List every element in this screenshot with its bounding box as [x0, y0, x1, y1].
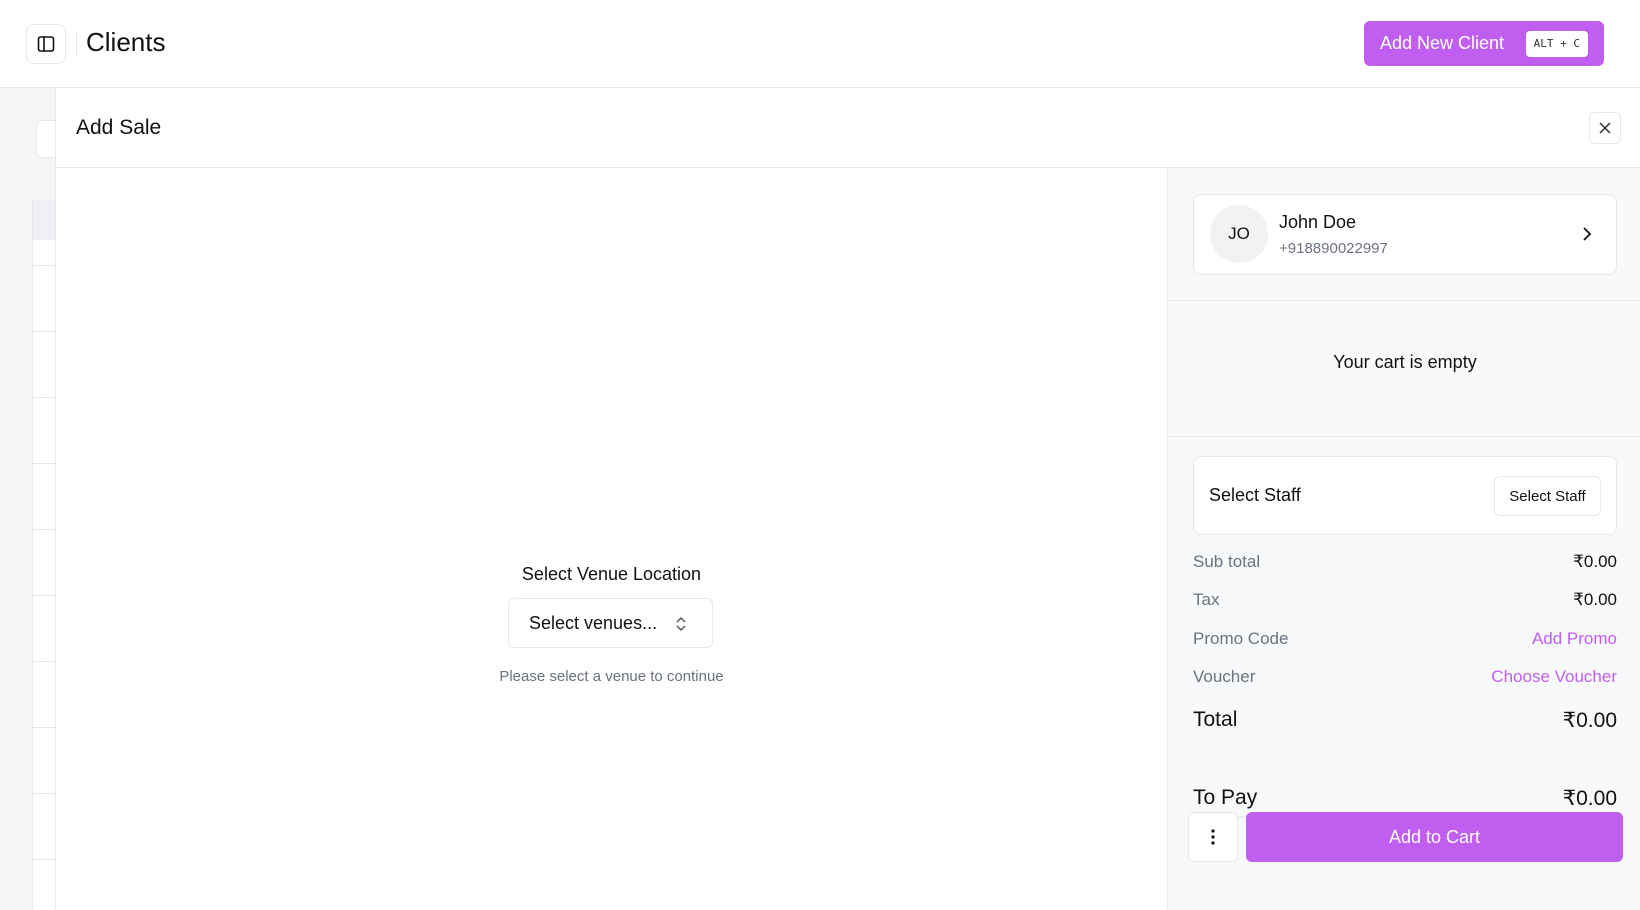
tax-label: Tax: [1193, 590, 1220, 609]
total-value: ₹0.00: [1562, 708, 1617, 732]
sidebar-toggle-button[interactable]: [26, 24, 66, 64]
client-phone: +918890022997: [1279, 240, 1388, 257]
tax-value: ₹0.00: [1573, 590, 1617, 609]
cart-divider: [1168, 436, 1640, 437]
venue-pane: Select Venue Location Select venues... P…: [56, 168, 1167, 910]
table-row: [33, 266, 56, 332]
close-icon: [1599, 122, 1611, 134]
close-button[interactable]: [1589, 112, 1621, 144]
chevron-up-down-icon: [676, 616, 686, 632]
to-pay-label: To Pay: [1193, 786, 1258, 809]
promo-row: Promo Code Add Promo: [1193, 627, 1617, 651]
client-name: John Doe: [1279, 212, 1357, 232]
client-divider: [1168, 300, 1640, 301]
table-row: [33, 398, 56, 464]
background-table-header: [32, 200, 56, 240]
cart-empty-message: Your cart is empty: [1333, 352, 1477, 372]
page-title: Clients: [86, 27, 166, 57]
add-sale-sheet: Add Sale Select Venue Location Select ve…: [55, 88, 1640, 910]
background-table-edge: [32, 200, 56, 910]
venue-select[interactable]: Select venues...: [508, 598, 713, 648]
subtotal-label: Sub total: [1193, 552, 1261, 571]
voucher-row: Voucher Choose Voucher: [1193, 665, 1617, 689]
add-new-client-label: Add New Client: [1380, 33, 1505, 53]
sheet-title: Add Sale: [76, 116, 162, 139]
venue-label: Select Venue Location: [521, 564, 702, 584]
avatar: JO: [1210, 205, 1268, 263]
voucher-label: Voucher: [1193, 667, 1256, 686]
more-vertical-icon: [1211, 829, 1215, 845]
to-pay-value: ₹0.00: [1562, 786, 1617, 810]
table-row: [33, 662, 56, 728]
table-row: [33, 530, 56, 596]
table-row: [33, 332, 56, 398]
add-new-client-button[interactable]: Add New Client ALT + C: [1364, 21, 1604, 66]
subtotal-value: ₹0.00: [1573, 552, 1617, 571]
table-row: [33, 596, 56, 662]
sheet-header: Add Sale: [56, 88, 1640, 168]
shortcut-badge: ALT + C: [1525, 31, 1588, 57]
staff-card: Select Staff Select Staff: [1193, 456, 1617, 535]
more-options-button[interactable]: [1188, 812, 1238, 862]
table-row: [33, 728, 56, 794]
sidebar-toggle-icon: [37, 36, 55, 52]
table-row: [33, 794, 56, 860]
venue-hint: Please select a venue to continue: [499, 668, 724, 685]
to-pay-row: To Pay ₹0.00: [1193, 786, 1617, 810]
add-promo-link[interactable]: Add Promo: [1532, 629, 1617, 649]
tax-row: Tax ₹0.00: [1193, 588, 1617, 612]
background-search-edge: [36, 120, 56, 158]
total-row: Total ₹0.00: [1193, 708, 1617, 732]
subtotal-row: Sub total ₹0.00: [1193, 550, 1617, 574]
cart-pane: JO John Doe +918890022997 Your cart is e…: [1167, 168, 1640, 910]
header-divider: [76, 32, 77, 56]
promo-label: Promo Code: [1193, 629, 1289, 648]
total-label: Total: [1193, 708, 1238, 731]
client-card[interactable]: JO John Doe +918890022997: [1193, 194, 1617, 275]
add-to-cart-button[interactable]: Add to Cart: [1246, 812, 1623, 862]
table-row: [33, 464, 56, 530]
staff-label: Select Staff: [1209, 485, 1301, 505]
select-staff-button[interactable]: Select Staff: [1494, 476, 1601, 516]
choose-voucher-link[interactable]: Choose Voucher: [1491, 667, 1617, 687]
chevron-right-icon: [1583, 227, 1592, 241]
venue-select-placeholder: Select venues...: [529, 612, 658, 633]
top-header: Clients Add New Client ALT + C: [0, 0, 1640, 88]
